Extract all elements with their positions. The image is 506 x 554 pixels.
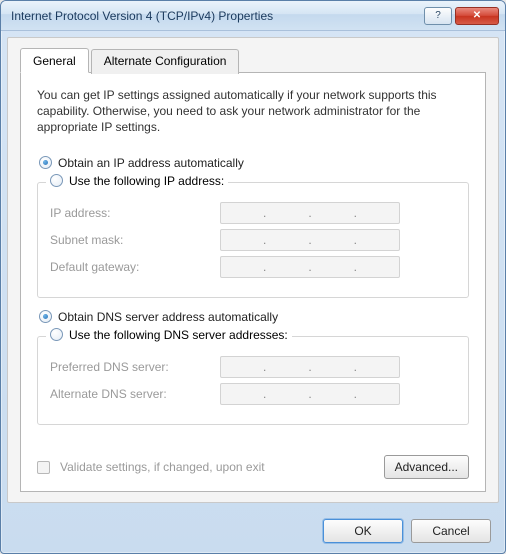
label-ip-address: IP address:	[50, 206, 220, 220]
tab-general[interactable]: General	[20, 48, 89, 73]
group-ip-manual: Use the following IP address: IP address…	[37, 182, 469, 298]
input-alternate-dns[interactable]: ...	[220, 383, 400, 405]
tab-label: Alternate Configuration	[104, 54, 227, 68]
field-alternate-dns: Alternate DNS server: ...	[50, 383, 456, 405]
button-label: Cancel	[432, 524, 469, 538]
close-button[interactable]: ✕	[455, 7, 499, 25]
field-subnet-mask: Subnet mask: ...	[50, 229, 456, 251]
radio-label: Use the following DNS server addresses:	[69, 328, 288, 342]
label-validate-settings: Validate settings, if changed, upon exit	[60, 460, 265, 474]
input-default-gateway[interactable]: ...	[220, 256, 400, 278]
tab-alternate-configuration[interactable]: Alternate Configuration	[91, 49, 240, 74]
bottom-row: Validate settings, if changed, upon exit…	[37, 455, 469, 479]
help-icon: ?	[435, 10, 441, 21]
field-default-gateway: Default gateway: ...	[50, 256, 456, 278]
titlebar[interactable]: Internet Protocol Version 4 (TCP/IPv4) P…	[1, 1, 505, 31]
tab-label: General	[33, 54, 76, 68]
cancel-button[interactable]: Cancel	[411, 519, 491, 543]
radio-indicator-icon	[39, 156, 52, 169]
ok-button[interactable]: OK	[323, 519, 403, 543]
help-button[interactable]: ?	[424, 7, 452, 25]
tabstrip: General Alternate Configuration	[20, 48, 486, 73]
field-ip-address: IP address: ...	[50, 202, 456, 224]
radio-label: Use the following IP address:	[69, 174, 224, 188]
radio-label: Obtain an IP address automatically	[58, 156, 244, 170]
field-preferred-dns: Preferred DNS server: ...	[50, 356, 456, 378]
input-preferred-dns[interactable]: ...	[220, 356, 400, 378]
radio-use-following-ip[interactable]: Use the following IP address:	[46, 174, 228, 188]
tab-page-general: You can get IP settings assigned automat…	[20, 72, 486, 492]
input-ip-address[interactable]: ...	[220, 202, 400, 224]
intro-text: You can get IP settings assigned automat…	[37, 87, 469, 136]
window-buttons: ? ✕	[424, 7, 499, 25]
client-area: General Alternate Configuration You can …	[7, 37, 499, 503]
radio-label: Obtain DNS server address automatically	[58, 310, 278, 324]
label-subnet-mask: Subnet mask:	[50, 233, 220, 247]
advanced-button[interactable]: Advanced...	[384, 455, 469, 479]
close-icon: ✕	[473, 10, 481, 21]
group-dns-manual: Use the following DNS server addresses: …	[37, 336, 469, 425]
checkbox-validate-settings[interactable]	[37, 461, 50, 474]
radio-obtain-ip-auto[interactable]: Obtain an IP address automatically	[39, 156, 469, 170]
dialog-buttons: OK Cancel	[1, 509, 505, 553]
input-subnet-mask[interactable]: ...	[220, 229, 400, 251]
dialog-window: Internet Protocol Version 4 (TCP/IPv4) P…	[0, 0, 506, 554]
button-label: Advanced...	[395, 460, 458, 474]
button-label: OK	[354, 524, 371, 538]
label-preferred-dns: Preferred DNS server:	[50, 360, 220, 374]
label-alternate-dns: Alternate DNS server:	[50, 387, 220, 401]
radio-indicator-icon	[39, 310, 52, 323]
radio-indicator-icon	[50, 174, 63, 187]
radio-indicator-icon	[50, 328, 63, 341]
radio-obtain-dns-auto[interactable]: Obtain DNS server address automatically	[39, 310, 469, 324]
label-default-gateway: Default gateway:	[50, 260, 220, 274]
radio-use-following-dns[interactable]: Use the following DNS server addresses:	[46, 328, 292, 342]
window-title: Internet Protocol Version 4 (TCP/IPv4) P…	[11, 9, 424, 23]
